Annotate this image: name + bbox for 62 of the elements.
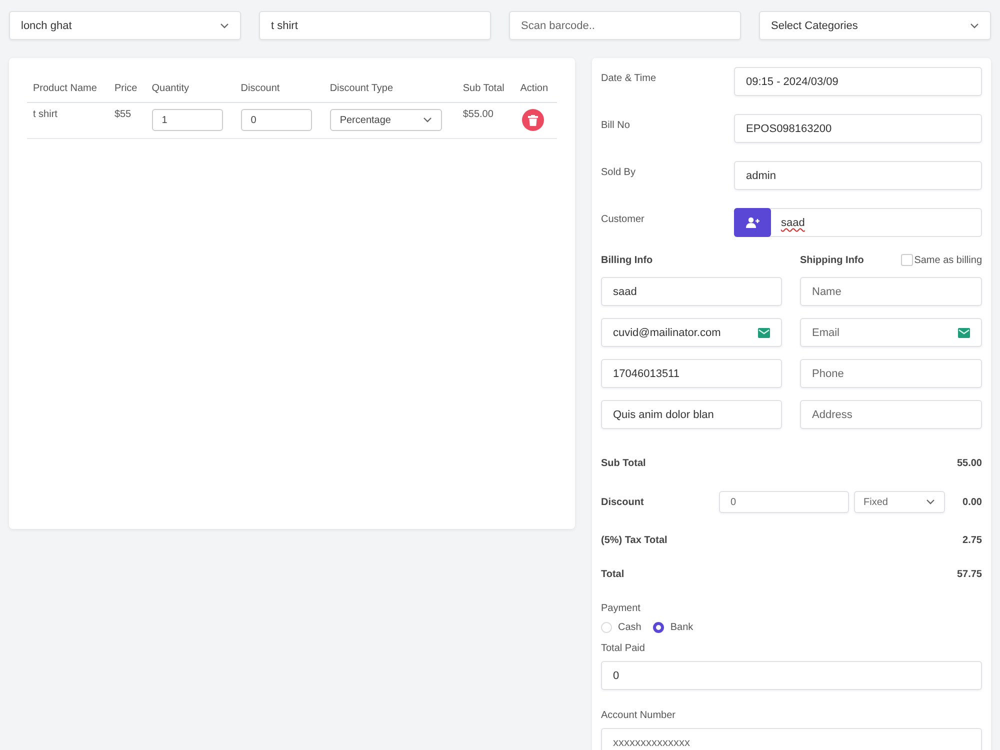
field-label: Total Paid xyxy=(601,643,646,654)
input-field[interactable]: Quis anim dolor blan xyxy=(601,400,782,429)
input-field[interactable]: cuvid@mailinator.com xyxy=(601,318,782,347)
input-field[interactable]: saad xyxy=(601,277,782,306)
column-header: Discount Type xyxy=(324,76,457,102)
table-cell: $55 xyxy=(108,102,146,138)
input-field[interactable]: Address xyxy=(800,400,982,429)
summary-value: 55.00 xyxy=(956,458,982,469)
input-field[interactable]: Scan barcode.. xyxy=(509,11,741,40)
section-title: Shipping Info xyxy=(800,254,864,266)
summary-label: Sub Total xyxy=(601,458,646,469)
add-customer-button[interactable] xyxy=(734,208,771,237)
column-header: Quantity xyxy=(146,76,235,102)
column-header: Product Name xyxy=(27,76,108,102)
checkbox[interactable] xyxy=(901,254,914,266)
discount-type-dropdown[interactable]: Percentage xyxy=(330,109,442,131)
add-user-icon xyxy=(746,217,760,228)
trash-icon xyxy=(528,114,538,126)
input-field[interactable]: EPOS098163200 xyxy=(734,114,982,143)
chevron-down-icon xyxy=(422,117,432,123)
radio-option[interactable]: Bank xyxy=(653,622,694,633)
column-header: Discount xyxy=(234,76,324,102)
summary-label: Total xyxy=(601,569,624,580)
summary-value: 57.75 xyxy=(956,569,982,580)
table-cell: t shirt xyxy=(27,102,108,138)
input-field[interactable]: t shirt xyxy=(259,11,491,40)
input-field[interactable]: 09:15 - 2024/03/09 xyxy=(734,67,982,96)
customer-field[interactable]: saad xyxy=(734,208,982,237)
input-field[interactable]: Phone xyxy=(800,359,982,388)
dropdown[interactable]: Select Categories xyxy=(759,11,991,40)
column-header: Sub Total xyxy=(456,76,514,102)
chevron-down-icon xyxy=(926,499,935,505)
input-field[interactable]: admin xyxy=(734,161,982,190)
input-field[interactable]: 0 xyxy=(601,661,982,690)
input-field[interactable]: xxxxxxxxxxxxxx xyxy=(601,728,982,750)
summary-value: 0.00 xyxy=(962,496,982,508)
summary-label: (5%) Tax Total xyxy=(601,535,668,546)
field-label: Account Number xyxy=(601,710,676,721)
column-header: Action xyxy=(514,76,557,102)
section-title: Billing Info xyxy=(601,254,653,266)
field-label: Customer xyxy=(601,213,646,225)
quantity-field[interactable]: 1 xyxy=(152,109,223,131)
discount-field[interactable]: 0 xyxy=(240,109,312,131)
table-cell: $55.00 xyxy=(456,102,514,138)
field-label: Payment xyxy=(601,603,642,614)
summary-value: 2.75 xyxy=(962,535,982,546)
delete-button[interactable] xyxy=(522,109,544,131)
field-label: Sold By xyxy=(601,166,636,178)
chevron-down-icon xyxy=(970,22,979,28)
input-field[interactable]: Email xyxy=(800,318,982,347)
field-label: Date & Time xyxy=(601,72,658,84)
column-header: Price xyxy=(108,76,146,102)
checkbox-label: Same as billing xyxy=(914,254,982,266)
discount-type-dropdown[interactable]: Fixed xyxy=(854,491,945,513)
dropdown[interactable]: lonch ghat xyxy=(9,11,241,40)
summary-label: Discount xyxy=(601,496,644,508)
discount-field[interactable]: 0 xyxy=(718,491,849,513)
input-field[interactable]: 17046013511 xyxy=(601,359,782,388)
input-field[interactable]: Name xyxy=(800,277,982,306)
field-label: Bill No xyxy=(601,119,631,131)
chevron-down-icon xyxy=(220,22,229,28)
radio-option[interactable]: Cash xyxy=(601,622,642,633)
